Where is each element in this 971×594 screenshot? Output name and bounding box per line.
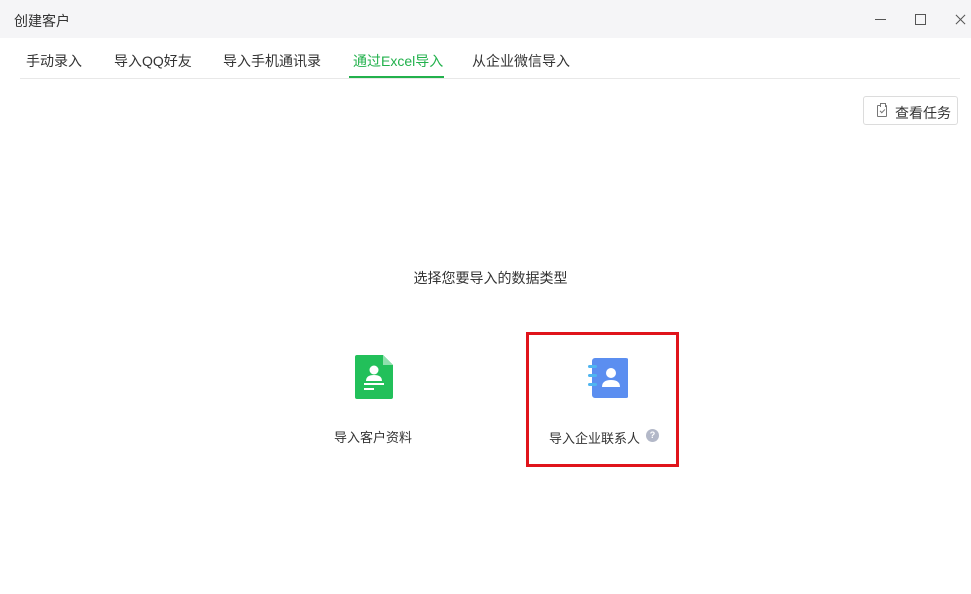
tab-bar: 手动录入 导入QQ好友 导入手机通讯录 通过Excel导入 从企业微信导入 bbox=[20, 38, 960, 79]
import-company-contacts-label: 导入企业联系人 bbox=[549, 431, 641, 446]
tab-import-excel[interactable]: 通过Excel导入 bbox=[353, 51, 443, 71]
import-customer-data-option[interactable]: 导入客户资料 bbox=[320, 340, 430, 450]
help-icon[interactable]: ? bbox=[646, 429, 659, 442]
data-type-prompt: 选择您要导入的数据类型 bbox=[413, 270, 568, 286]
clipboard-check-icon bbox=[877, 103, 887, 117]
tab-import-qq-friends[interactable]: 导入QQ好友 bbox=[114, 51, 192, 71]
customer-doc-icon bbox=[355, 355, 393, 399]
view-tasks-button[interactable]: 查看任务 bbox=[863, 96, 958, 125]
title-bar: 创建客户 bbox=[0, 0, 971, 38]
tab-import-phone-contacts[interactable]: 导入手机通讯录 bbox=[223, 51, 321, 71]
maximize-icon[interactable] bbox=[910, 9, 930, 29]
view-tasks-label: 查看任务 bbox=[895, 105, 951, 121]
active-tab-indicator bbox=[349, 76, 444, 78]
contact-book-icon bbox=[588, 358, 628, 398]
minimize-icon[interactable] bbox=[870, 9, 890, 29]
tab-import-wecom[interactable]: 从企业微信导入 bbox=[472, 51, 570, 71]
import-company-contacts-option[interactable]: 导入企业联系人 ? bbox=[526, 332, 679, 467]
window-title: 创建客户 bbox=[14, 13, 70, 29]
import-customer-data-label: 导入客户资料 bbox=[334, 430, 413, 445]
tab-manual-entry[interactable]: 手动录入 bbox=[26, 51, 82, 71]
close-icon[interactable] bbox=[950, 9, 970, 29]
